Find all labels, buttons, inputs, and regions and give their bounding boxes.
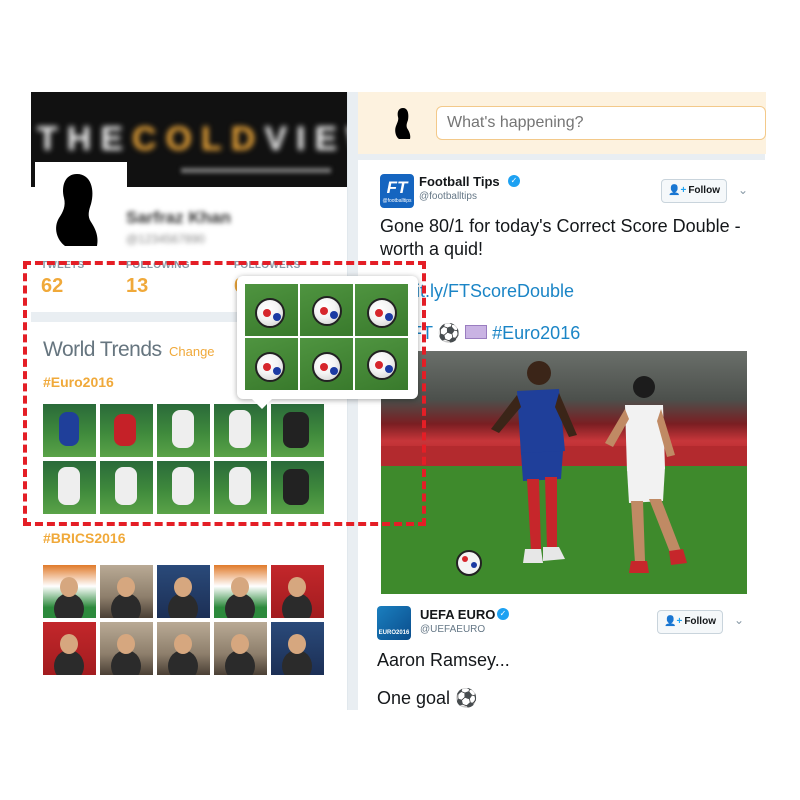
trend-brics2016-images xyxy=(43,565,324,675)
trend-image[interactable] xyxy=(43,565,96,618)
tweet-text: One goal xyxy=(377,688,451,708)
avatar-silhouette-icon xyxy=(56,174,98,246)
tweet-photo-scene xyxy=(381,361,747,594)
trend-image[interactable] xyxy=(157,565,210,618)
follow-label: Follow xyxy=(688,185,720,196)
tweet-author-handle[interactable]: @UEFAEURO xyxy=(420,624,485,635)
popup-image[interactable] xyxy=(355,284,408,336)
popup-image[interactable] xyxy=(245,284,298,336)
banner-subtitle xyxy=(181,168,331,173)
tweet-hashtag[interactable]: #Euro2016 xyxy=(492,323,580,343)
tweet-link[interactable]: bit.ly/FTScoreDouble xyxy=(406,281,574,301)
follow-label: Follow xyxy=(684,616,716,627)
trend-brics2016[interactable]: #BRICS2016 xyxy=(43,530,126,546)
avatar-text: FT xyxy=(386,178,408,197)
follow-button[interactable]: 👤+ Follow xyxy=(657,610,723,634)
trend-image[interactable] xyxy=(214,565,267,618)
image-preview-popup[interactable] xyxy=(237,276,418,409)
trend-image[interactable] xyxy=(43,622,96,675)
trend-image[interactable] xyxy=(100,565,153,618)
verified-badge-icon: ✓ xyxy=(508,175,520,187)
trend-image[interactable] xyxy=(271,565,324,618)
profile-handle[interactable]: @1234567890 xyxy=(126,232,205,246)
trend-image[interactable] xyxy=(157,622,210,675)
banner-logo-text: THECOLDVIEWS xyxy=(37,120,347,158)
tweet-text-line: One goal ⚽ xyxy=(377,687,478,710)
tweet-photo[interactable] xyxy=(381,351,747,594)
tweet-text-line: worth a quid! xyxy=(380,239,484,259)
tweet-avatar[interactable]: EURO2016 xyxy=(377,606,411,640)
popup-image[interactable] xyxy=(245,338,298,390)
popup-pointer xyxy=(252,399,272,409)
tweet-text-line: Aaron Ramsey... xyxy=(377,650,510,670)
tweet-author-handle[interactable]: @footballtips xyxy=(419,191,477,202)
compose-box xyxy=(358,92,766,154)
popup-image-grid xyxy=(245,284,408,390)
tweet-author-name[interactable]: Football Tips xyxy=(419,174,500,189)
tweet-hashtag-row: sFT ⚽ #Euro2016 xyxy=(402,322,580,345)
add-user-icon: 👤+ xyxy=(668,185,687,196)
chevron-down-icon[interactable]: ⌄ xyxy=(734,613,744,627)
tweet-link-row: ▶bit.ly/FTScoreDouble xyxy=(388,280,574,304)
compose-avatar-icon xyxy=(395,108,411,139)
profile-name[interactable]: Sarfraz Khan xyxy=(126,208,231,228)
avatar-text: EURO2016 xyxy=(378,630,410,636)
follow-button[interactable]: 👤+ Follow xyxy=(661,179,727,203)
soccer-ball-icon: ⚽ xyxy=(437,323,461,343)
tweet-text-line: Gone 80/1 for today's Correct Score Doub… xyxy=(380,216,741,236)
page: THECOLDVIEWS Sarfraz Khan @1234567890 TW… xyxy=(0,0,800,800)
add-user-icon: 👤+ xyxy=(664,616,683,627)
money-bills-icon xyxy=(465,325,488,339)
tweet-avatar[interactable]: FT @footballtips xyxy=(380,174,414,208)
trend-image[interactable] xyxy=(271,622,324,675)
chevron-down-icon[interactable]: ⌄ xyxy=(738,183,748,197)
popup-image[interactable] xyxy=(300,338,353,390)
trend-image[interactable] xyxy=(214,622,267,675)
profile-avatar[interactable] xyxy=(35,162,127,254)
tweet[interactable]: EURO2016 UEFA EURO ✓ @UEFAEURO 👤+ Follow … xyxy=(358,600,766,710)
soccer-ball-icon: ⚽ xyxy=(455,688,478,708)
tweet-author-name[interactable]: UEFA EURO xyxy=(420,607,495,622)
compose-input[interactable] xyxy=(436,106,766,140)
trend-image[interactable] xyxy=(100,622,153,675)
popup-image[interactable] xyxy=(355,338,408,390)
avatar-subtext: @footballtips xyxy=(382,198,412,204)
popup-image[interactable] xyxy=(300,284,353,336)
verified-badge-icon: ✓ xyxy=(497,608,509,620)
